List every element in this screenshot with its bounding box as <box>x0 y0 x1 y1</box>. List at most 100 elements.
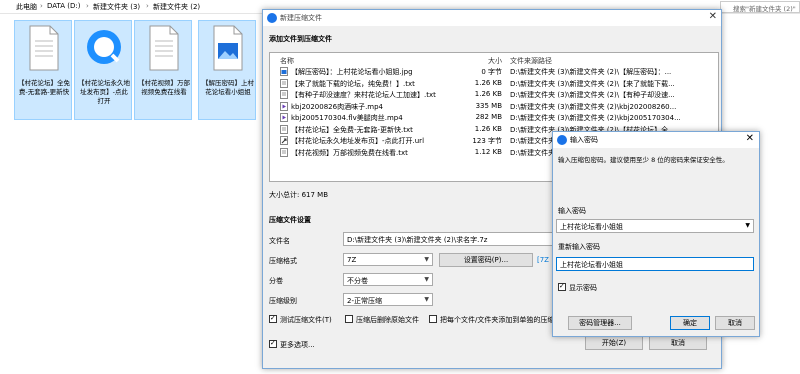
search-box[interactable]: 搜索"新建文件夹 (2)" <box>720 1 800 13</box>
level-value: 2-正常压缩 <box>347 297 382 305</box>
filename-label: 文件名 <box>269 237 290 245</box>
chevron-down-icon[interactable]: ▼ <box>745 222 750 229</box>
start-button[interactable]: 开始(Z) <box>585 336 643 350</box>
more-options-label[interactable]: 更多选项... <box>280 340 315 350</box>
file-row-size: 1.26 KB <box>474 124 502 133</box>
test-archive-checkbox[interactable] <box>269 314 277 323</box>
dialog-titlebar[interactable]: 新建压缩文件 ✕ <box>263 10 721 26</box>
show-password-checkbox[interactable] <box>558 282 566 291</box>
column-path[interactable]: 文件来源路径 <box>510 56 552 66</box>
delete-after-checkbox[interactable] <box>345 315 353 323</box>
text-file-icon <box>280 90 288 99</box>
file-row[interactable]: kbj2005170304.flv美腿肉丝.mp4 282 MB D:\新建文件夹 … <box>270 112 720 123</box>
file-row-name: kbj20200826肉酒味子.mp4 <box>291 102 384 111</box>
file-tile[interactable]: 【村花视频】万部视频免费在线看 <box>134 20 192 120</box>
breadcrumb-separator: › <box>40 2 43 10</box>
text-file-icon <box>280 124 288 134</box>
video-icon <box>280 113 288 122</box>
password-input[interactable]: 上村花论坛看小姐姐 ▼ <box>556 219 754 233</box>
password-dialog-titlebar[interactable]: 输入密码 ✕ <box>553 132 759 148</box>
cancel-button[interactable]: 取消 <box>649 336 707 350</box>
file-row-size: 123 字节 <box>472 137 502 145</box>
image-file-icon <box>213 25 243 71</box>
close-icon[interactable]: ✕ <box>746 133 754 144</box>
file-row-size: 0 字节 <box>481 68 502 76</box>
file-row-name: kbj2005170304.flv美腿肉丝.mp4 <box>291 114 403 122</box>
file-row-path: D:\新建文件夹 (3)\新建文件夹 (2)\kbj202008260... <box>510 102 677 111</box>
file-row[interactable]: kbj20200826肉酒味子.mp4 335 MB D:\新建文件夹 (3)\新建… <box>270 101 720 112</box>
file-name: 【村花视频】万部视频免费在线看 <box>138 79 190 96</box>
format-label: 压缩格式 <box>269 257 297 265</box>
text-file-icon <box>280 147 288 157</box>
column-name[interactable]: 名称 <box>280 56 294 66</box>
browser-shortcut-icon <box>87 30 121 64</box>
breadcrumb-separator: › <box>86 2 89 10</box>
column-size[interactable]: 大小 <box>488 56 502 66</box>
breadcrumb-folder-2[interactable]: 新建文件夹 (2) <box>153 2 200 12</box>
set-password-button[interactable]: 设置密码(P)... <box>439 253 533 267</box>
file-row[interactable]: 【来了就能下载的论坛，纯免费！】.txt 1.26 KB D:\新建文件夹 (3)\… <box>270 78 720 89</box>
file-row-size: 1.12 KB <box>474 147 502 156</box>
file-row-size: 1.26 KB <box>474 90 502 98</box>
breadcrumb-this-pc[interactable]: 此电脑 <box>16 2 37 12</box>
show-password-label: 显示密码 <box>569 284 597 292</box>
confirm-label: 重新输入密码 <box>558 243 600 251</box>
format-value: 7Z <box>347 256 357 264</box>
more-options-checkbox[interactable] <box>269 339 277 348</box>
file-row-path: D:\新建文件夹 (3)\新建文件夹 (2)\【有种子却没速... <box>510 91 675 99</box>
file-row-name: 【村花视频】万部视频免费在线看.txt <box>291 148 408 157</box>
file-row-name: 【有种子却没速度？来村花论坛人工加速】.txt <box>291 91 436 99</box>
section-add-files: 添加文件到压缩文件 <box>269 35 332 43</box>
file-row-name: 【解压密码】：上村花论坛看小姐姐.jpg <box>291 68 413 76</box>
password-cancel-button[interactable]: 取消 <box>715 316 755 330</box>
close-icon[interactable]: ✕ <box>709 11 717 22</box>
app-icon <box>267 13 277 23</box>
app-icon <box>557 135 567 145</box>
chevron-down-icon: ▼ <box>424 256 429 263</box>
chevron-down-icon: ▼ <box>424 296 429 303</box>
breadcrumb-folder-3[interactable]: 新建文件夹 (3) <box>93 2 140 12</box>
password-manager-button[interactable]: 密码管理器... <box>568 316 632 330</box>
password-dialog: 输入密码 ✕ 输入压缩包密码。建议使用至少 8 位的密码来保证安全性。 输入密码… <box>552 131 760 337</box>
file-row[interactable]: 【有种子却没速度？来村花论坛人工加速】.txt 1.26 KB D:\新建文件夹 (… <box>270 89 720 100</box>
breadcrumb-drive[interactable]: DATA (D:) <box>47 2 80 10</box>
image-icon <box>280 67 288 76</box>
confirm-password-input[interactable]: 上村花论坛看小姐姐 <box>556 257 754 271</box>
split-value: 不分卷 <box>347 277 368 285</box>
file-row-path: D:\新建文件夹 (3)\新建文件夹 (2)\kbj2005170304... <box>510 114 681 122</box>
text-file-icon <box>280 78 288 88</box>
file-name: 【村花论坛永久地址发布页】-点此打开 <box>78 79 130 105</box>
file-row-name: 【村花论坛永久地址发布页】-点此打开.url <box>291 137 425 145</box>
file-row-name: 【村花论坛】全免费-无套路-更新快.txt <box>291 125 413 134</box>
file-row-path: D:\新建文件夹 (3)\新建文件夹 (2)\【来了就能下载... <box>510 79 675 88</box>
breadcrumb-separator: › <box>146 2 149 10</box>
level-select[interactable]: 2-正常压缩 ▼ <box>343 293 433 306</box>
split-label: 分卷 <box>269 277 283 285</box>
file-tile[interactable]: 【村花论坛】全免费-无套路-更新快 <box>14 20 72 120</box>
url-icon <box>280 136 288 145</box>
password-value: 上村花论坛看小姐姐 <box>560 223 623 231</box>
file-row-name: 【来了就能下载的论坛，纯免费！】.txt <box>291 79 415 88</box>
file-row-size: 1.26 KB <box>474 78 502 87</box>
document-icon <box>29 25 59 71</box>
file-tile[interactable]: 【村花论坛永久地址发布页】-点此打开 <box>74 20 132 120</box>
format-hint: [7Z <box>537 256 549 264</box>
test-archive-label: 测试压缩文件(T) <box>280 316 332 324</box>
format-select[interactable]: 7Z ▼ <box>343 253 433 266</box>
file-name: 【村花论坛】全免费-无套路-更新快 <box>18 79 70 96</box>
separate-archives-label: 把每个文件/文件夹添加到单独的压缩 <box>440 316 555 324</box>
total-size: 大小总计: 617 MB <box>269 191 329 199</box>
ok-button[interactable]: 确定 <box>670 316 710 330</box>
video-icon <box>280 101 288 111</box>
file-name: 【解压密码】上村花论坛看小姐姐 <box>202 79 254 96</box>
file-tile[interactable]: 【解压密码】上村花论坛看小姐姐 <box>198 20 256 120</box>
delete-after-label: 压缩后删除原始文件 <box>356 316 419 324</box>
dialog-title: 新建压缩文件 <box>280 14 322 22</box>
separate-archives-checkbox[interactable] <box>429 315 437 323</box>
file-row-size: 335 MB <box>475 101 502 110</box>
password-hint: 输入压缩包密码。建议使用至少 8 位的密码来保证安全性。 <box>558 156 729 164</box>
split-select[interactable]: 不分卷 ▼ <box>343 273 433 286</box>
search-placeholder: 搜索"新建文件夹 (2)" <box>733 5 796 13</box>
file-row[interactable]: 【解压密码】：上村花论坛看小姐姐.jpg 0 字节 D:\新建文件夹 (3)\新建文… <box>270 66 720 77</box>
document-icon <box>149 25 179 71</box>
